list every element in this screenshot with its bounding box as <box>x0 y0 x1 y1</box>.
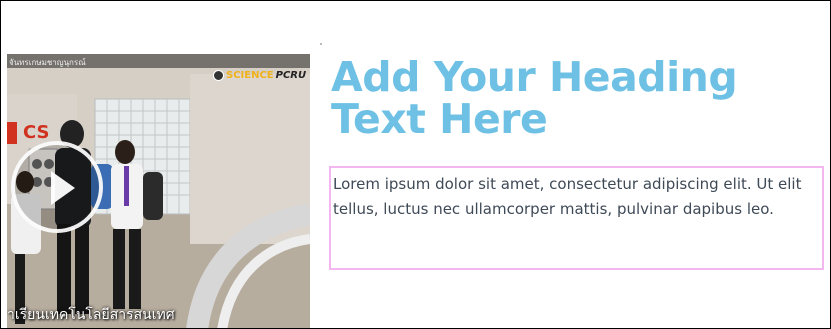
video-channel-text: จันทรเกษมชาญนุกรณ์ <box>9 58 86 67</box>
logo-mark-icon <box>213 70 224 81</box>
cs-sign-text: CS <box>23 122 50 143</box>
logo-pcru-text: PCRU <box>275 70 307 81</box>
play-icon <box>51 171 75 205</box>
play-button[interactable] <box>11 141 103 233</box>
page-frame: CS จันทรเกษมชาญนุกรณ์ SCIENCE PCRU าเรีย… <box>0 0 831 329</box>
science-pcru-logo: SCIENCE PCRU <box>213 70 306 81</box>
body-paragraph: Lorem ipsum dolor sit amet, consectetur … <box>333 175 802 218</box>
page-heading: Add Your Heading Text Here <box>331 53 738 143</box>
video-thumbnail[interactable]: CS จันทรเกษมชาญนุกรณ์ SCIENCE PCRU าเรีย… <box>7 54 310 328</box>
video-caption: าเรียนเทคโนโลยีสารสนเทศ <box>7 307 175 323</box>
video-top-bar: จันทรเกษมชาญนุกรณ์ <box>7 54 310 68</box>
text-editor-box[interactable]: Lorem ipsum dolor sit amet, consectetur … <box>329 166 824 270</box>
logo-science-text: SCIENCE <box>226 70 274 81</box>
decorative-dot <box>320 43 322 45</box>
